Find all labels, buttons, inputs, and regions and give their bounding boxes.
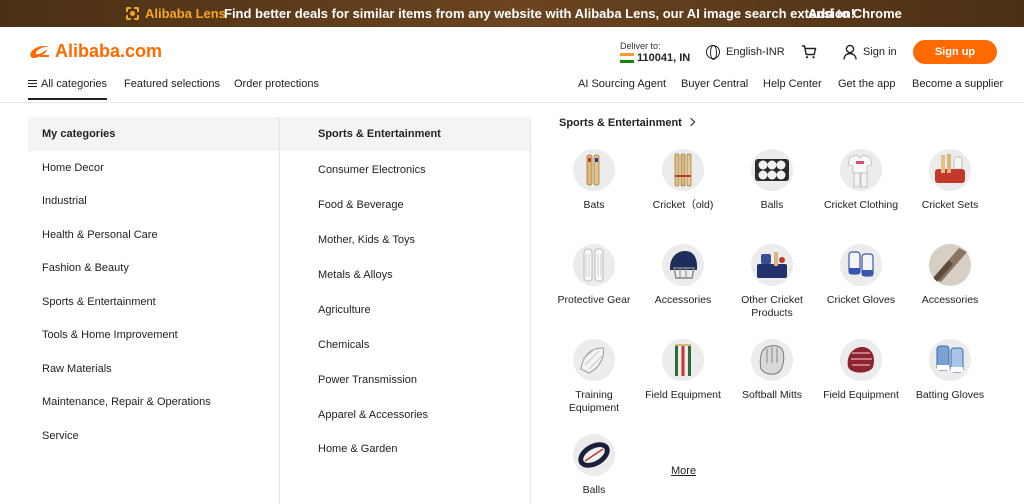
lens-message: Find better deals for similar items from…: [224, 6, 856, 21]
cricket-gloves-icon: [840, 244, 882, 286]
add-to-chrome-button[interactable]: Add to Chrome: [808, 6, 902, 21]
sub-category-item[interactable]: Power Transmission: [318, 374, 417, 386]
header-divider: [0, 102, 1024, 103]
section-title: Sports & Entertainment: [559, 117, 682, 129]
alibaba-lens-icon: [126, 7, 139, 20]
cricket-bats-icon: [573, 149, 615, 191]
nav-become-a-supplier[interactable]: Become a supplier: [912, 78, 1003, 90]
category-item[interactable]: Industrial: [42, 195, 87, 207]
nav-ai-sourcing-agent[interactable]: AI Sourcing Agent: [578, 78, 666, 90]
nav-buyer-central[interactable]: Buyer Central: [681, 78, 748, 90]
category-item[interactable]: Sports & Entertainment: [42, 296, 156, 308]
cricket-sets-icon: [929, 149, 971, 191]
category-item[interactable]: Service: [42, 430, 79, 442]
sub-category-item[interactable]: Agriculture: [318, 304, 371, 316]
globe-icon: [706, 45, 720, 60]
menu-icon: [28, 80, 37, 87]
sub-categories-panel: Sports & Entertainment Consumer Electron…: [280, 117, 530, 504]
category-item[interactable]: Tools & Home Improvement: [42, 329, 178, 341]
column-divider: [530, 117, 531, 504]
cricket-clothing-icon: [840, 149, 882, 191]
stumps-icon: [662, 339, 704, 381]
lens-name: Alibaba Lens: [145, 6, 226, 21]
sub-category-item[interactable]: Mother, Kids & Toys: [318, 234, 415, 246]
deliver-zip: 110041, IN: [637, 52, 691, 64]
nav-order-protections[interactable]: Order protections: [234, 78, 319, 90]
tile-label: Training Equipment: [568, 389, 620, 414]
tile-label: Balls: [760, 199, 784, 211]
sub-category-item[interactable]: Consumer Electronics: [318, 164, 426, 176]
tile-label: Balls: [582, 484, 606, 496]
batting-gloves-icon: [929, 339, 971, 381]
cricket-kit-icon: [751, 244, 793, 286]
sub-category-item[interactable]: Apparel & Accessories: [318, 409, 428, 421]
chevron-right-icon: [686, 117, 696, 127]
promo-banner: Alibaba Lens Find better deals for simil…: [0, 0, 1024, 27]
cricket-bat-old-icon: [662, 149, 704, 191]
category-item[interactable]: Fashion & Beauty: [42, 262, 129, 274]
softball-mitt-icon: [751, 339, 793, 381]
more-link[interactable]: More: [671, 465, 696, 477]
tile-label: Cricket Clothing: [823, 199, 899, 211]
tile-label: Other Cricket Products: [741, 294, 803, 319]
tile-label: Field Equipment: [645, 389, 721, 401]
india-flag-icon: [620, 53, 634, 63]
tile-label: Bats: [583, 199, 605, 211]
tile-label: Cricket Gloves: [826, 294, 896, 306]
nav-all-categories-label: All categories: [41, 78, 108, 90]
sign-in-link[interactable]: Sign in: [863, 46, 897, 58]
alibaba-logo-icon: [28, 43, 52, 61]
user-icon[interactable]: [843, 44, 857, 60]
leg-pads-icon: [573, 244, 615, 286]
tile-label: Protective Gear: [557, 294, 631, 306]
my-categories-header: My categories: [28, 117, 279, 151]
tile-label: Field Equipment: [823, 389, 899, 401]
sign-up-button[interactable]: Sign up: [913, 40, 997, 64]
bat-grip-icon: [929, 244, 971, 286]
training-net-icon: [573, 339, 615, 381]
sub-category-item[interactable]: Food & Beverage: [318, 199, 404, 211]
tile-label: Softball Mitts: [741, 389, 803, 401]
balls-box-icon: [751, 149, 793, 191]
baseball-glove-icon: [840, 339, 882, 381]
language-label: English-INR: [726, 46, 785, 58]
category-item[interactable]: Raw Materials: [42, 363, 112, 375]
nav-get-the-app[interactable]: Get the app: [838, 78, 896, 90]
sub-category-item[interactable]: Metals & Alloys: [318, 269, 393, 281]
logo-text: Alibaba.com: [55, 41, 163, 61]
helmet-icon: [662, 244, 704, 286]
my-categories-panel: My categories Home Decor Industrial Heal…: [28, 117, 279, 504]
category-item[interactable]: Maintenance, Repair & Operations: [42, 396, 211, 408]
deliver-label: Deliver to:: [620, 41, 661, 51]
sub-category-item[interactable]: Chemicals: [318, 339, 369, 351]
nav-all-categories[interactable]: All categories: [28, 78, 108, 100]
rugby-ball-icon: [573, 434, 615, 476]
my-categories-title: My categories: [42, 128, 116, 140]
category-item[interactable]: Health & Personal Care: [42, 229, 158, 241]
nav-help-center[interactable]: Help Center: [763, 78, 822, 90]
nav-featured-selections[interactable]: Featured selections: [124, 78, 220, 90]
sub-categories-header[interactable]: Sports & Entertainment: [280, 117, 530, 151]
category-item[interactable]: Home Decor: [42, 162, 104, 174]
sub-category-item[interactable]: Home & Garden: [318, 443, 397, 455]
sub-categories-title: Sports & Entertainment: [318, 128, 441, 140]
tile-label: Cricket Sets: [921, 199, 979, 211]
tile-label: Cricket（old): [652, 199, 714, 211]
tile-label: Batting Gloves: [915, 389, 985, 401]
cart-icon[interactable]: [801, 45, 817, 59]
tile-label: Accessories: [654, 294, 712, 306]
section-title-link[interactable]: Sports & Entertainment: [559, 117, 696, 129]
tile-label: Accessories: [921, 294, 979, 306]
